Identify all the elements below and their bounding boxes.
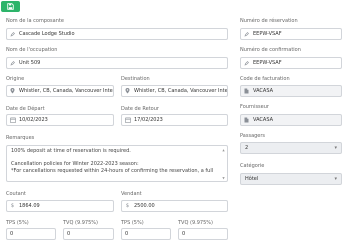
tvq-cost-field[interactable]: 0 [63, 228, 114, 240]
remarks-label: Remarques [6, 135, 35, 141]
pencil-icon [241, 58, 252, 68]
destination-label: Destination [121, 76, 150, 82]
calendar-icon [7, 115, 18, 125]
cost-label: Coutant [6, 191, 26, 197]
origin-label: Origine [6, 76, 25, 82]
pencil-icon [7, 58, 18, 68]
pencil-icon [241, 29, 252, 39]
tps-cost-field[interactable]: 0 [6, 228, 56, 240]
supplier-field[interactable]: VACASA [240, 114, 342, 126]
scroll-up-icon[interactable]: ▲ [222, 147, 224, 154]
tps-cost-label: TPS (5%) [6, 220, 29, 226]
tvq-sell-label: TVQ (9.975%) [178, 220, 213, 226]
occupation-name-label: Nom de l'occupation [6, 47, 58, 53]
billing-code-field[interactable]: VACASA [240, 85, 342, 97]
category-label: Catégorie [240, 163, 265, 169]
return-date-label: Date de Retour [121, 106, 159, 112]
passengers-select[interactable]: 2 ▾ [240, 142, 342, 154]
tps-sell-field[interactable]: 0 [121, 228, 171, 240]
document-icon [241, 115, 252, 125]
chevron-down-icon: ▾ [334, 176, 337, 182]
tvq-sell-field[interactable]: 0 [178, 228, 228, 240]
confirmation-number-field[interactable]: EEPW-VSAF [240, 57, 342, 69]
dollar-icon: $ [125, 203, 130, 209]
tps-sell-label: TPS (5%) [121, 220, 144, 226]
cost-field[interactable]: $ 1864.09 [6, 200, 114, 212]
remarks-textarea[interactable]: 100% deposit at time of reservation is r… [6, 145, 228, 182]
scroll-down-icon[interactable]: ▼ [222, 175, 224, 182]
selling-field[interactable]: $ 2500.00 [121, 200, 228, 212]
occupation-name-field[interactable]: Unit 509 [6, 57, 228, 69]
component-name-field[interactable]: Cascade Lodge Studio [6, 28, 228, 40]
document-icon [241, 86, 252, 96]
chevron-down-icon: ▾ [334, 145, 337, 151]
remarks-line: *For cancellations requested within 24-h… [11, 167, 214, 174]
supplier-label: Fournisseur [240, 104, 269, 110]
passengers-label: Passagers [240, 133, 266, 139]
save-button[interactable] [1, 1, 20, 12]
remarks-scrollbar[interactable]: ▲ ▼ [221, 147, 226, 181]
return-date-field[interactable]: 17/02/2023 [121, 114, 228, 126]
origin-field[interactable]: Whistler, CB, Canada, Vancouver Inte [6, 85, 114, 97]
map-pin-icon [7, 86, 18, 96]
map-pin-icon [122, 86, 133, 96]
reservation-number-label: Numéro de réservation [240, 18, 298, 24]
pencil-icon [7, 29, 18, 39]
departure-date-label: Date de Départ [6, 106, 45, 112]
reservation-number-field[interactable]: EEPW-VSAF [240, 28, 342, 40]
billing-code-label: Code de facturation [240, 76, 290, 82]
selling-label: Vendant [121, 191, 142, 197]
toolbar [0, 0, 345, 14]
component-name-label: Nom de la composante [6, 18, 64, 24]
departure-date-field[interactable]: 10/02/2023 [6, 114, 114, 126]
dollar-icon: $ [10, 203, 15, 209]
calendar-icon [122, 115, 133, 125]
confirmation-number-label: Numéro de confirmation [240, 47, 301, 53]
destination-field[interactable]: Whistler, CB, Canada, Vancouver Inte [121, 85, 228, 97]
category-select[interactable]: Hôtel ▾ [240, 173, 342, 185]
tvq-cost-label: TVQ (9.975%) [63, 220, 98, 226]
save-icon [7, 3, 14, 10]
